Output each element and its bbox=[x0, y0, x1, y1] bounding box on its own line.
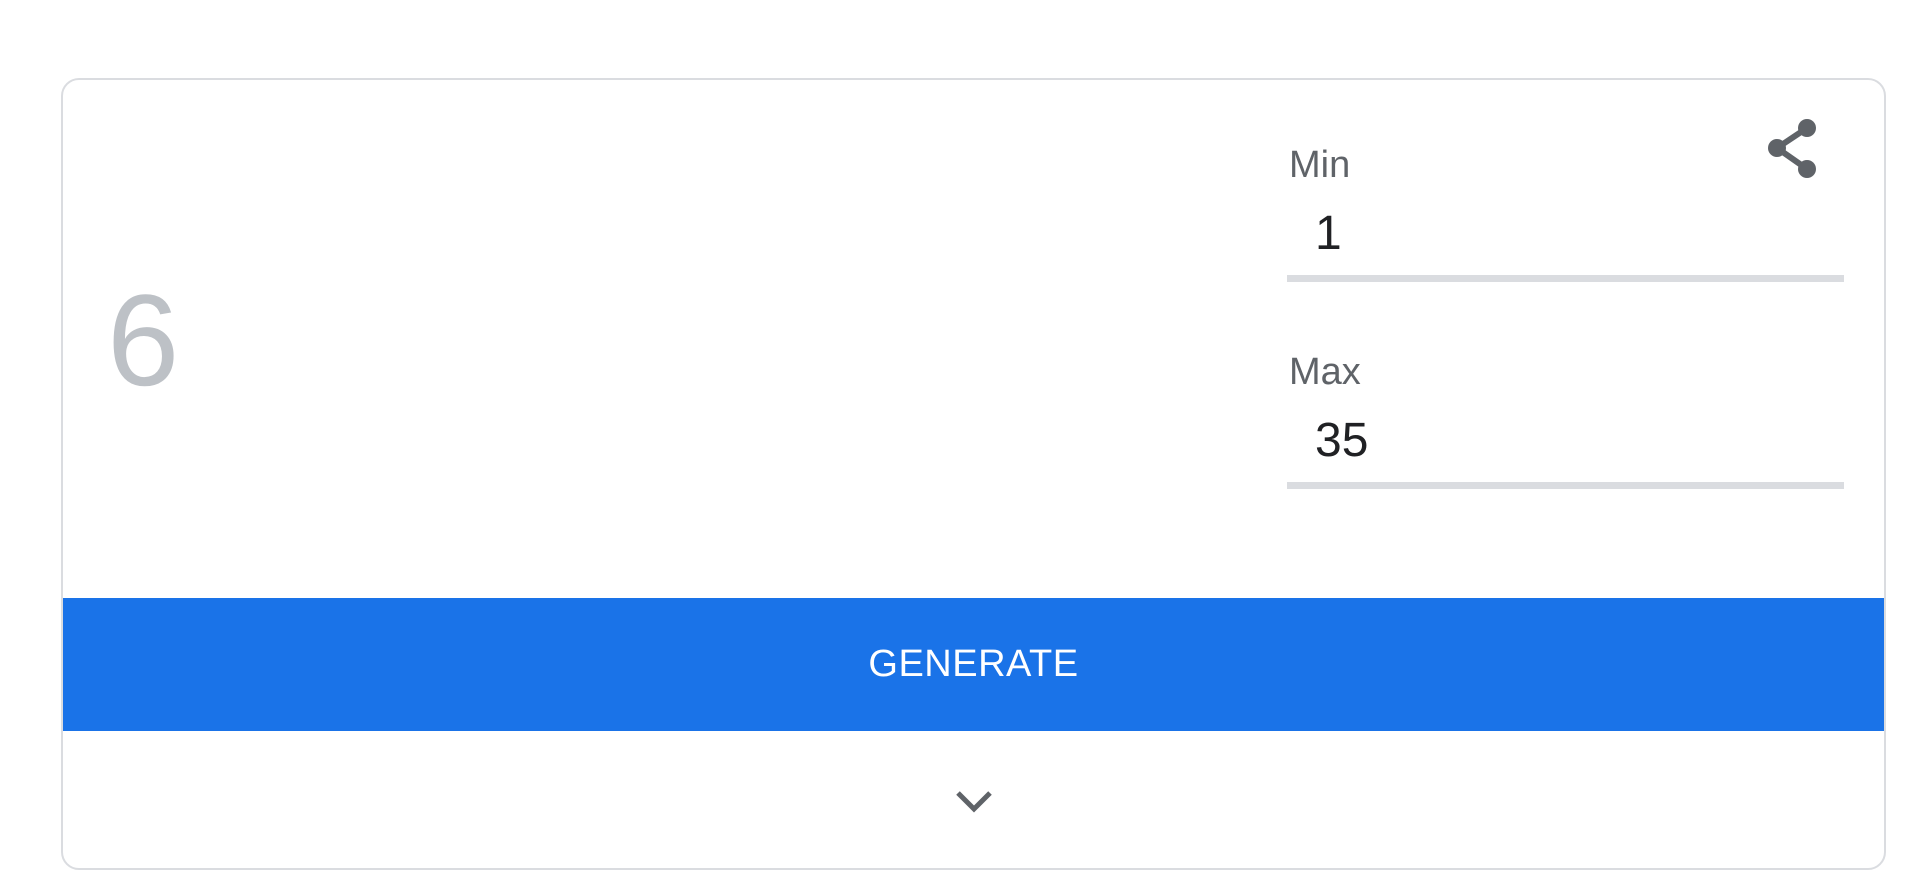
expand-button[interactable] bbox=[63, 731, 1884, 868]
min-field: Min bbox=[1287, 146, 1844, 282]
generated-number: 6 bbox=[107, 267, 180, 413]
min-label: Min bbox=[1289, 144, 1351, 186]
generate-button[interactable]: GENERATE bbox=[63, 598, 1884, 731]
min-input[interactable] bbox=[1287, 192, 1844, 282]
max-label: Max bbox=[1289, 351, 1361, 393]
max-input[interactable] bbox=[1287, 399, 1844, 489]
max-field: Max bbox=[1287, 353, 1844, 489]
random-number-generator-card: 6 Min Max GENERATE bbox=[61, 78, 1886, 870]
chevron-down-icon bbox=[955, 790, 992, 813]
